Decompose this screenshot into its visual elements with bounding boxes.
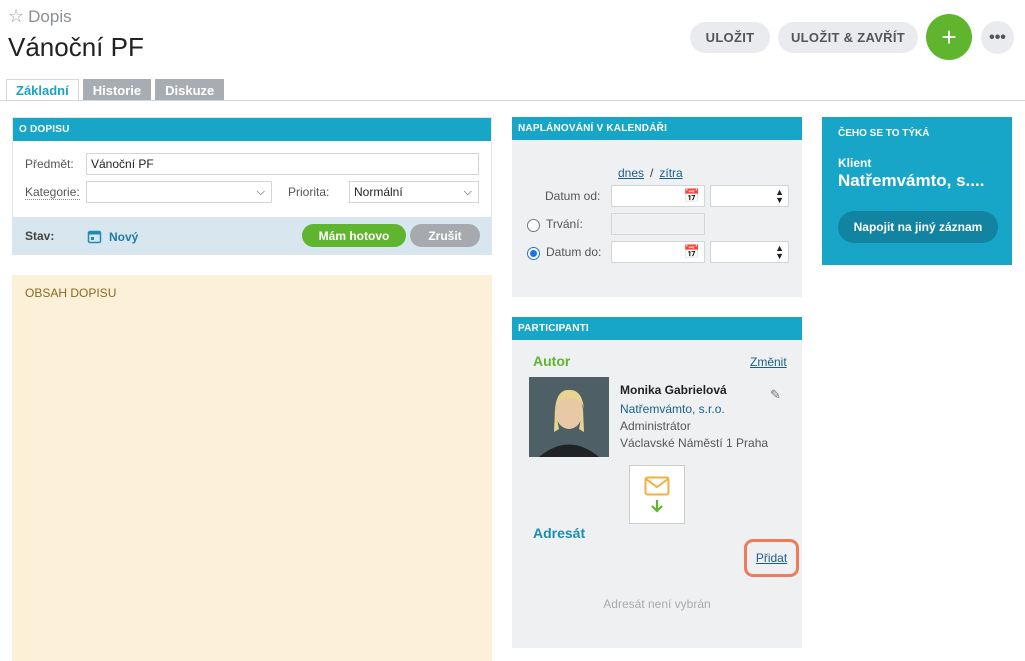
date-from-label: Datum od: — [545, 189, 601, 203]
spinner-icon[interactable]: ▲ ▼ — [775, 188, 784, 205]
today-link[interactable]: dnes — [618, 166, 644, 180]
related-panel: ČEHO SE TO TÝKÁ Klient Natřemvámto, s...… — [822, 117, 1012, 265]
breadcrumb: ☆ Dopis — [8, 6, 72, 27]
tab-basic[interactable]: Základní — [6, 79, 79, 101]
more-options-button[interactable]: ••• — [981, 21, 1014, 54]
chevron-down-icon: ⌵ — [463, 185, 472, 198]
calendar-panel: NAPLÁNOVÁNÍ V KALENDÁŘI dnes / zítra Dat… — [512, 117, 802, 297]
done-button[interactable]: Mám hotovo — [302, 224, 406, 247]
participants-header: PARTICIPANTI — [512, 317, 802, 340]
category-select[interactable]: ⌵ — [86, 181, 272, 203]
date-to-radio[interactable] — [527, 247, 540, 260]
time-from-input[interactable]: ▲ ▼ — [710, 185, 789, 207]
change-author-link[interactable]: Změnit — [750, 355, 787, 369]
author-label: Autor — [533, 353, 571, 369]
subject-label: Předmět: — [25, 157, 74, 171]
priority-value: Normální — [354, 185, 403, 199]
mail-download-icon — [644, 476, 670, 513]
star-icon[interactable]: ☆ — [8, 6, 24, 27]
add-recipient-highlight: Přidat — [744, 539, 799, 577]
add-recipient-link[interactable]: Přidat — [756, 551, 787, 565]
tomorrow-link[interactable]: zítra — [659, 166, 682, 180]
quick-dates-separator: / — [650, 166, 654, 180]
category-label: Kategorie: — [25, 185, 80, 200]
date-from-input[interactable]: 📅 — [611, 185, 705, 207]
calendar-header: NAPLÁNOVÁNÍ V KALENDÁŘI — [512, 117, 802, 140]
breadcrumb-label: Dopis — [28, 6, 72, 26]
related-header: ČEHO SE TO TÝKÁ — [838, 128, 930, 139]
author-company[interactable]: Natřemvámto, s.r.o. — [620, 402, 725, 416]
content-header: OBSAH DOPISU — [25, 286, 117, 300]
save-close-button[interactable]: ULOŽIT & ZAVŘÍT — [778, 22, 918, 53]
calendar-icon — [87, 230, 102, 244]
edit-pencil-icon[interactable]: ✎ — [770, 387, 781, 403]
send-mail-button[interactable] — [629, 465, 685, 524]
status-value: Nový — [109, 230, 139, 244]
calendar-picker-icon[interactable]: 📅 — [684, 188, 700, 204]
date-to-label: Datum do: — [546, 245, 602, 259]
link-record-button[interactable]: Napojit na jiný záznam — [838, 211, 998, 243]
content-area[interactable]: OBSAH DOPISU — [12, 275, 492, 661]
author-role: Administrátor — [620, 419, 691, 433]
save-button[interactable]: ULOŽIT — [690, 22, 770, 53]
status-label: Stav: — [25, 229, 55, 243]
spinner-icon[interactable]: ▲ ▼ — [775, 244, 784, 261]
date-to-input[interactable]: 📅 — [611, 241, 705, 263]
empty-recipient-text: Adresát není vybrán — [603, 597, 711, 611]
participants-panel: PARTICIPANTI Autor Změnit Monika Gabriel… — [512, 317, 802, 648]
author-name: Monika Gabrielová — [620, 383, 727, 397]
page-title: Vánoční PF — [8, 32, 144, 62]
subject-input[interactable]: Vánoční PF — [86, 153, 479, 175]
duration-label: Trvání: — [546, 217, 583, 231]
quick-dates: dnes / zítra — [618, 166, 683, 180]
client-name[interactable]: Natřemvámto, s.... — [838, 171, 984, 191]
tab-divider — [0, 100, 1025, 101]
time-to-input[interactable]: ▲ ▼ — [710, 241, 789, 263]
recipient-label: Adresát — [533, 525, 586, 541]
duration-input[interactable] — [611, 213, 705, 235]
calendar-picker-icon[interactable]: 📅 — [684, 244, 700, 260]
priority-select[interactable]: Normální ⌵ — [349, 181, 479, 203]
avatar — [529, 377, 609, 457]
priority-label: Priorita: — [288, 185, 330, 199]
about-panel: O DOPISU Předmět: Vánoční PF Kategorie: … — [12, 117, 492, 255]
author-address: Václavské Náměstí 1 Praha — [620, 436, 769, 450]
cancel-button[interactable]: Zrušit — [410, 224, 480, 247]
client-label: Klient — [838, 156, 872, 170]
about-header: O DOPISU — [13, 118, 491, 141]
chevron-down-icon: ⌵ — [256, 185, 265, 198]
duration-radio[interactable] — [527, 219, 540, 232]
tab-discussion[interactable]: Diskuze — [155, 79, 225, 101]
tab-history[interactable]: Historie — [82, 79, 152, 101]
add-button[interactable]: + — [926, 14, 972, 60]
tab-bar: Základní Historie Diskuze — [6, 79, 225, 101]
